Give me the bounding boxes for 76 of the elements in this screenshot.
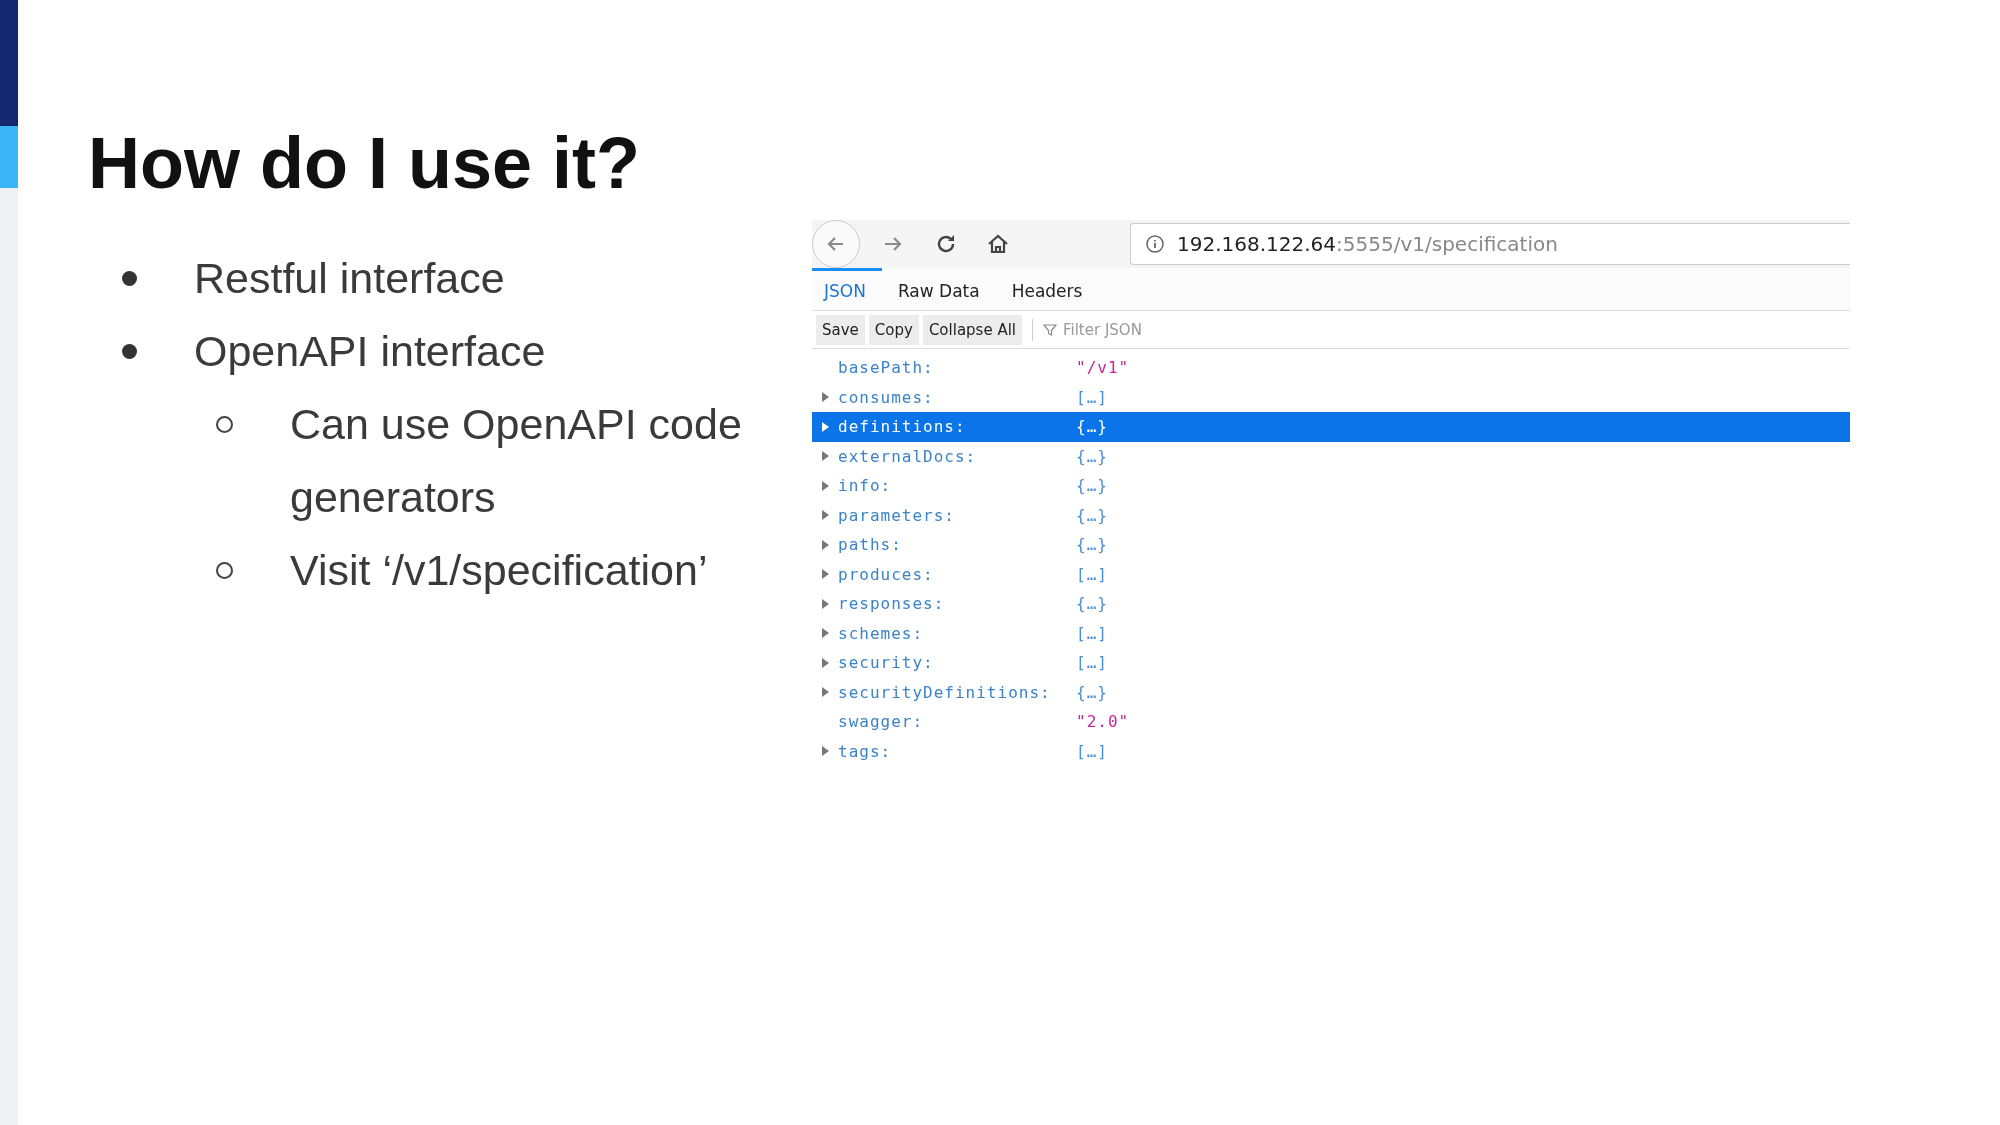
json-row[interactable]: responses: {…}	[812, 589, 1850, 619]
back-icon[interactable]	[812, 220, 860, 268]
expand-triangle-icon[interactable]	[820, 391, 830, 404]
json-row[interactable]: consumes: […]	[812, 382, 1850, 412]
json-key: security:	[838, 653, 1076, 673]
json-key: externalDocs:	[838, 446, 1076, 466]
json-key: consumes:	[838, 387, 1076, 407]
json-value: […]	[1076, 623, 1108, 643]
json-key: basePath:	[838, 358, 1076, 378]
bullet-text: OpenAPI interface	[194, 327, 546, 376]
expand-triangle-icon[interactable]	[820, 627, 830, 640]
json-row[interactable]: info: {…}	[812, 471, 1850, 501]
json-row[interactable]: basePath: "/v1"	[812, 353, 1850, 383]
bullet-text: Visit ‘/v1/specification’	[290, 545, 709, 596]
json-row[interactable]: swagger: "2.0"	[812, 707, 1850, 737]
json-value: […]	[1076, 564, 1108, 584]
json-key: produces:	[838, 564, 1076, 584]
expand-triangle-icon[interactable]	[820, 479, 830, 492]
json-key: schemes:	[838, 623, 1076, 643]
json-row[interactable]: tags: […]	[812, 736, 1850, 766]
expand-triangle-icon[interactable]	[820, 656, 830, 669]
info-icon[interactable]	[1145, 234, 1165, 254]
json-row[interactable]: schemes: […]	[812, 618, 1850, 648]
json-key: swagger:	[838, 712, 1076, 732]
json-value: {…}	[1076, 417, 1108, 437]
json-row[interactable]: externalDocs: {…}	[812, 441, 1850, 471]
json-value: […]	[1076, 653, 1108, 673]
toolbar-button[interactable]: Collapse All	[922, 314, 1022, 345]
json-value: "/v1"	[1076, 358, 1130, 378]
bullet-icon	[122, 271, 137, 286]
json-key: responses:	[838, 594, 1076, 614]
json-row[interactable]: security: […]	[812, 648, 1850, 678]
url-text: 192.168.122.64:5555/v1/specification	[1177, 232, 1558, 256]
address-bar[interactable]: 192.168.122.64:5555/v1/specification	[1130, 223, 1850, 265]
json-key: paths:	[838, 535, 1076, 555]
expand-triangle-icon[interactable]	[820, 509, 830, 522]
json-key: securityDefinitions:	[838, 682, 1076, 702]
json-value: {…}	[1076, 476, 1108, 496]
json-row[interactable]: securityDefinitions: {…}	[812, 677, 1850, 707]
bullet-icon	[122, 344, 137, 359]
json-value: {…}	[1076, 535, 1108, 555]
json-key: tags:	[838, 741, 1076, 761]
json-value: {…}	[1076, 505, 1108, 525]
json-row[interactable]: parameters: {…}	[812, 500, 1850, 530]
home-icon[interactable]	[986, 232, 1010, 256]
viewer-tab[interactable]: Headers	[995, 268, 1099, 310]
bullet-icon	[216, 416, 233, 433]
viewer-tab[interactable]: Raw Data	[881, 268, 996, 310]
bullet-text: Restful interface	[194, 254, 505, 303]
json-value: {…}	[1076, 594, 1108, 614]
viewer-tab[interactable]: JSON	[812, 268, 882, 310]
expand-triangle-icon[interactable]	[820, 450, 830, 463]
json-key: info:	[838, 476, 1076, 496]
json-value: […]	[1076, 741, 1108, 761]
filter-icon	[1043, 322, 1057, 337]
bullet-text: Can use OpenAPI code generators	[290, 399, 743, 523]
json-key: definitions:	[838, 417, 1076, 437]
json-value: {…}	[1076, 446, 1108, 466]
expand-triangle-icon[interactable]	[820, 538, 830, 551]
bullet-icon	[216, 562, 233, 579]
expand-triangle-icon[interactable]	[820, 568, 830, 581]
json-value: […]	[1076, 387, 1108, 407]
expand-triangle-icon[interactable]	[820, 420, 830, 433]
json-value: {…}	[1076, 682, 1108, 702]
json-row[interactable]: definitions: {…}	[812, 412, 1850, 442]
expand-triangle-icon[interactable]	[820, 597, 830, 610]
filter-field[interactable]: Filter JSON	[1061, 319, 1265, 340]
json-row[interactable]: paths: {…}	[812, 530, 1850, 560]
slide-title: How do I use it?	[88, 122, 641, 205]
toolbar-button[interactable]: Copy	[868, 314, 919, 345]
json-key: parameters:	[838, 505, 1076, 525]
expand-triangle-icon[interactable]	[820, 686, 830, 699]
expand-triangle-icon[interactable]	[820, 745, 830, 758]
json-row[interactable]: produces: […]	[812, 559, 1850, 589]
toolbar-button[interactable]: Save	[816, 314, 865, 345]
json-value: "2.0"	[1076, 712, 1130, 732]
